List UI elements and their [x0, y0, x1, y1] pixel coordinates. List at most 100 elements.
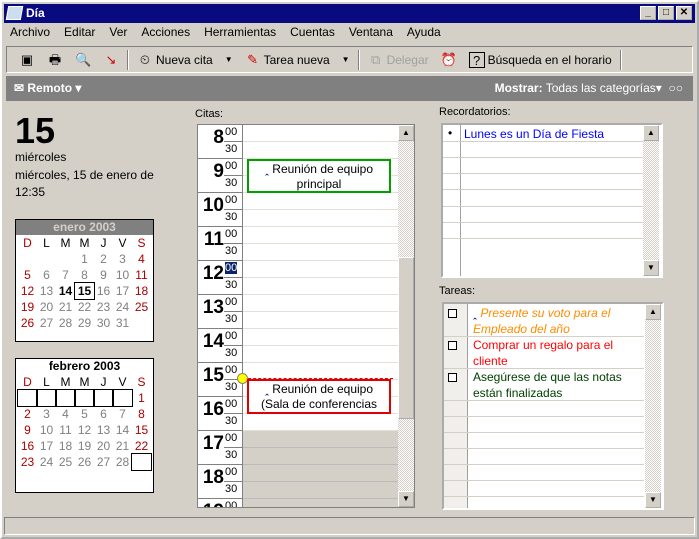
calendar-day[interactable]: 5: [75, 406, 94, 422]
calendar-day[interactable]: 18: [56, 438, 75, 454]
menu-archivo[interactable]: Archivo: [10, 25, 50, 39]
calendar-day[interactable]: 3: [37, 406, 56, 422]
calendar-day[interactable]: 1: [132, 390, 151, 406]
reminder-item[interactable]: Lunes es un Día de Fiesta: [464, 127, 604, 141]
task-checkbox[interactable]: [448, 341, 457, 350]
calendar-day[interactable]: 24: [113, 299, 132, 315]
calendar-day[interactable]: 21: [113, 438, 132, 454]
calendar-day[interactable]: 26: [75, 454, 94, 470]
scroll-down-button[interactable]: ▼: [645, 492, 661, 508]
calendar-day[interactable]: 23: [94, 299, 113, 315]
calendar-day[interactable]: 31: [113, 315, 132, 331]
calendar-day[interactable]: 23: [18, 454, 37, 470]
scroll-up-button[interactable]: ▲: [398, 125, 414, 141]
calendar-day[interactable]: 3: [113, 251, 132, 267]
calendar-day[interactable]: 29: [75, 315, 94, 331]
calendar-day[interactable]: 11: [132, 267, 151, 283]
calendar-day[interactable]: 25: [56, 454, 75, 470]
calendar-day[interactable]: 28: [113, 454, 132, 470]
calendar-day[interactable]: 19: [75, 438, 94, 454]
calendar-day[interactable]: 15: [74, 282, 95, 300]
calendar-day[interactable]: 19: [18, 299, 37, 315]
calendar-day[interactable]: 6: [94, 406, 113, 422]
calendar-day[interactable]: 15: [132, 422, 151, 438]
calendar-day[interactable]: 22: [75, 299, 94, 315]
menu-acciones[interactable]: Acciones: [141, 25, 190, 39]
task-checkbox[interactable]: [448, 373, 457, 382]
minimize-button[interactable]: _: [640, 6, 656, 20]
alarm-button[interactable]: ⏰: [437, 50, 461, 70]
calendar-day[interactable]: 10: [113, 267, 132, 283]
reminders-scrollbar[interactable]: ▲ ▼: [643, 125, 659, 276]
goto-button[interactable]: ↘: [99, 50, 123, 70]
calendar-day[interactable]: 26: [18, 315, 37, 331]
calendar-day[interactable]: 25: [132, 299, 151, 315]
calendar-day[interactable]: 28: [56, 315, 75, 331]
schedule-scrollbar[interactable]: ▲ ▼: [398, 125, 414, 507]
menu-editar[interactable]: Editar: [64, 25, 95, 39]
menu-ver[interactable]: Ver: [109, 25, 127, 39]
calendar-day[interactable]: 13: [94, 422, 113, 438]
calendar-day[interactable]: 9: [18, 422, 37, 438]
calendar-day[interactable]: 17: [37, 438, 56, 454]
new-task-dropdown[interactable]: ▼: [338, 53, 354, 66]
maximize-button[interactable]: □: [658, 6, 674, 20]
account-selector[interactable]: ✉ Remoto ▾: [14, 81, 81, 95]
task-checkbox[interactable]: [448, 309, 457, 318]
new-appointment-button[interactable]: ⏲ Nueva cita: [133, 50, 217, 70]
calendar-day[interactable]: 12: [18, 283, 37, 299]
calendar-day[interactable]: 18: [132, 283, 151, 299]
appointment[interactable]: ꞈ Reunión de equipo principal: [247, 159, 391, 193]
calendar-day[interactable]: 9: [94, 267, 113, 283]
find-button[interactable]: 🔍: [71, 50, 95, 70]
calendar-day[interactable]: 20: [94, 438, 113, 454]
calendar-day[interactable]: 13: [37, 283, 56, 299]
calendar-day[interactable]: 27: [94, 454, 113, 470]
calendar-day[interactable]: 10: [37, 422, 56, 438]
task-item[interactable]: ꞈ Presente su voto para el Empleado del …: [473, 305, 643, 337]
calendar-day[interactable]: 7: [56, 267, 75, 283]
calendar-day[interactable]: 27: [37, 315, 56, 331]
new-appointment-dropdown[interactable]: ▼: [221, 53, 237, 66]
menu-ventana[interactable]: Ventana: [349, 25, 393, 39]
preview-button[interactable]: ▣: [15, 50, 39, 70]
calendar-day[interactable]: 8: [132, 406, 151, 422]
task-item[interactable]: Asegúrese de que las notas están finaliz…: [473, 369, 643, 401]
calendar-day[interactable]: 16: [18, 438, 37, 454]
calendar-day[interactable]: 11: [56, 422, 75, 438]
calendar-day[interactable]: 16: [94, 283, 113, 299]
delegate-button[interactable]: ⧉ Delegar: [364, 50, 433, 70]
tasks-scrollbar[interactable]: ▲ ▼: [645, 304, 661, 508]
link-icon[interactable]: ○○: [669, 81, 684, 95]
close-button[interactable]: ✕: [676, 6, 692, 20]
calendar-day[interactable]: 4: [56, 406, 75, 422]
scroll-up-button[interactable]: ▲: [645, 304, 661, 320]
calendar-day[interactable]: 2: [94, 251, 113, 267]
scroll-down-button[interactable]: ▼: [398, 491, 414, 507]
scroll-up-button[interactable]: ▲: [643, 125, 659, 141]
appointment[interactable]: ꞈ Reunión de equipo (Sala de conferencia…: [247, 379, 391, 414]
menu-cuentas[interactable]: Cuentas: [290, 25, 335, 39]
new-task-button[interactable]: ✎ Tarea nueva: [241, 50, 334, 70]
calendar-day[interactable]: 20: [37, 299, 56, 315]
menu-herramientas[interactable]: Herramientas: [204, 25, 276, 39]
calendar-day[interactable]: 7: [113, 406, 132, 422]
calendar-day[interactable]: 5: [18, 267, 37, 283]
schedule-search-button[interactable]: ? Búsqueda en el horario: [465, 50, 616, 70]
calendar-day[interactable]: 6: [37, 267, 56, 283]
calendar-day[interactable]: 8: [75, 267, 94, 283]
calendar-day[interactable]: 1: [75, 251, 94, 267]
calendar-day[interactable]: 2: [18, 406, 37, 422]
calendar-day[interactable]: 4: [132, 251, 151, 267]
scroll-down-button[interactable]: ▼: [643, 260, 659, 276]
calendar-day[interactable]: 30: [94, 315, 113, 331]
scroll-thumb[interactable]: [398, 257, 414, 419]
calendar-day[interactable]: 22: [132, 438, 151, 454]
calendar-day[interactable]: 12: [75, 422, 94, 438]
calendar-day[interactable]: 14: [56, 283, 75, 299]
calendar-day[interactable]: 24: [37, 454, 56, 470]
category-filter[interactable]: Mostrar: Todas las categorías▾ ○○: [495, 81, 683, 95]
menu-ayuda[interactable]: Ayuda: [407, 25, 441, 39]
calendar-day[interactable]: 14: [113, 422, 132, 438]
task-item[interactable]: Comprar un regalo para el cliente: [473, 337, 643, 369]
